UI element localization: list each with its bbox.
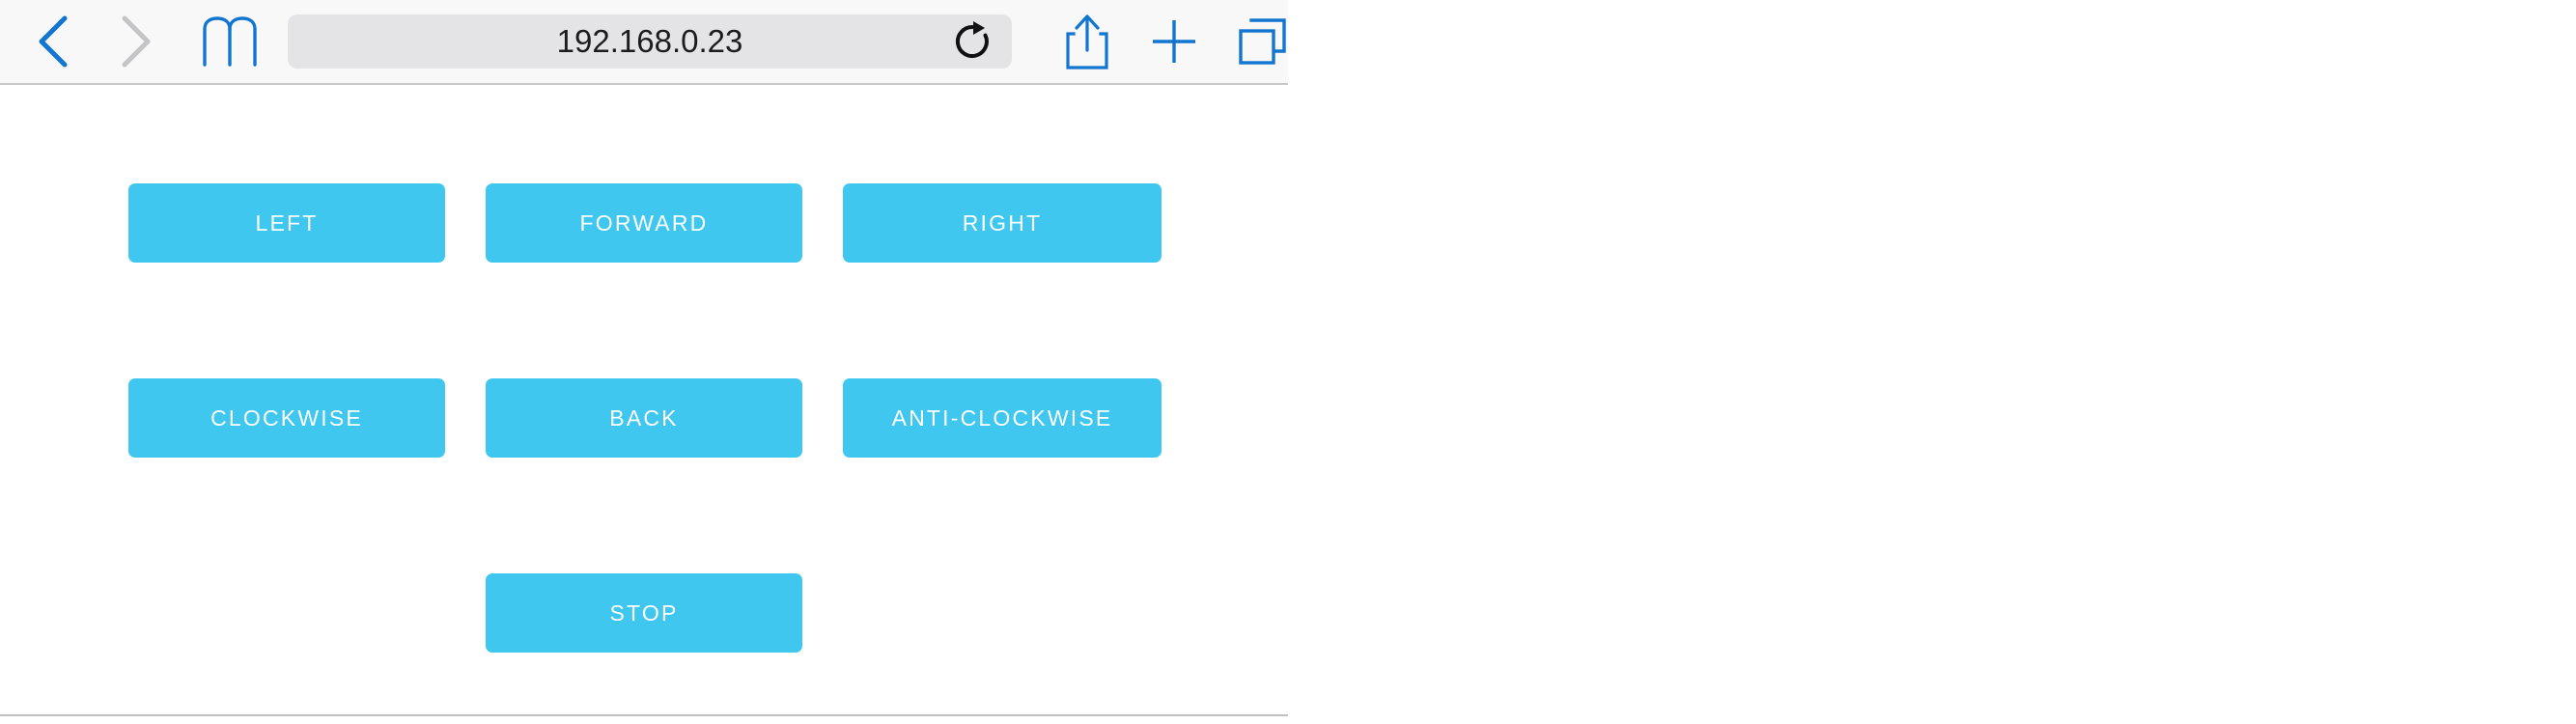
left-button[interactable]: LEFT — [128, 183, 445, 263]
address-bar[interactable]: 192.168.0.23 — [288, 14, 1012, 69]
reload-icon — [950, 19, 994, 64]
reload-button[interactable] — [946, 15, 998, 68]
bottom-divider — [0, 714, 1288, 716]
anti-clockwise-button[interactable]: ANTI-CLOCKWISE — [843, 378, 1162, 458]
show-tabs-button[interactable] — [1220, 7, 1288, 76]
back-button-control[interactable]: BACK — [486, 378, 802, 458]
url-text: 192.168.0.23 — [556, 23, 743, 59]
control-row-rotation: CLOCKWISE BACK ANTI-CLOCKWISE — [0, 378, 1288, 458]
browser-window: 192.168.0.23 LEFT FORWARD RIGHT CLOCKWIS… — [0, 0, 1288, 724]
chevron-right-icon — [120, 14, 153, 69]
empty-desktop-area — [1288, 0, 2576, 724]
right-button[interactable]: RIGHT — [843, 183, 1162, 263]
share-button[interactable] — [1047, 7, 1128, 76]
forward-button[interactable] — [95, 8, 178, 75]
clockwise-button[interactable]: CLOCKWISE — [128, 378, 445, 458]
browser-toolbar: 192.168.0.23 — [0, 0, 1288, 85]
chevron-left-icon — [36, 14, 69, 69]
bookmarks-button[interactable] — [183, 8, 276, 75]
control-row-directions: LEFT FORWARD RIGHT — [0, 183, 1288, 263]
book-icon — [202, 16, 258, 67]
plus-icon — [1149, 16, 1199, 67]
new-tab-button[interactable] — [1134, 7, 1215, 76]
stop-button[interactable]: STOP — [486, 573, 802, 653]
share-icon — [1064, 13, 1110, 70]
tabs-icon — [1236, 14, 1288, 69]
back-button[interactable] — [10, 8, 95, 75]
control-row-stop: STOP — [0, 573, 1288, 653]
page-content: LEFT FORWARD RIGHT CLOCKWISE BACK ANTI-C… — [0, 85, 1288, 724]
forward-button-control[interactable]: FORWARD — [486, 183, 802, 263]
